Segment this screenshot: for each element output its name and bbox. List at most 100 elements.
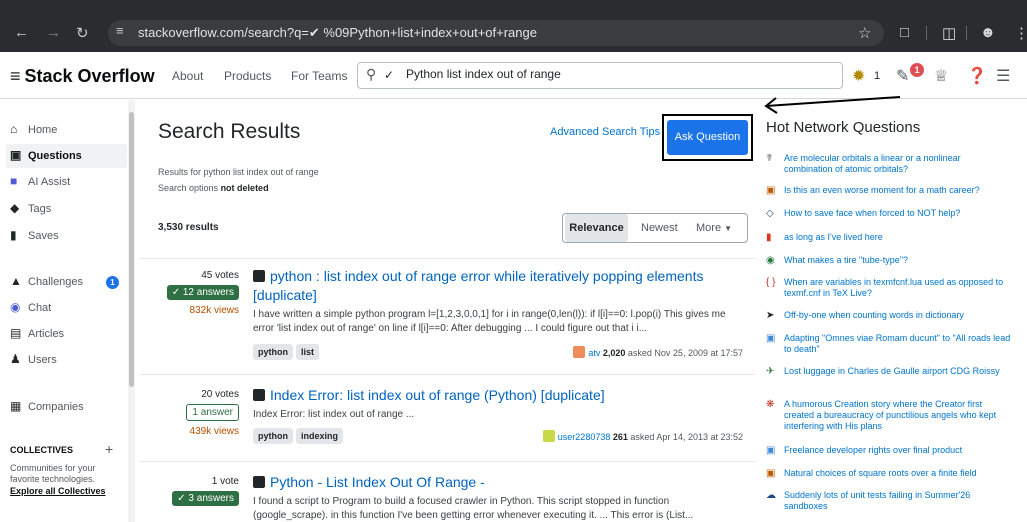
search-options-text: Search options not deleted (158, 183, 269, 193)
hnq-item[interactable]: { } When are variables in texmfcnf.lua us… (766, 277, 1011, 299)
question-title-link[interactable]: Python - List Index Out Of Range - (253, 473, 743, 492)
site-logo[interactable]: ≡ Stack Overflow (10, 66, 155, 87)
tag-python[interactable]: python (253, 428, 293, 444)
tab-search-icon[interactable]: ◫ (942, 24, 956, 42)
question-excerpt: I have written a simple python program l… (253, 309, 726, 334)
site-switcher-icon[interactable]: ☰ (996, 66, 1010, 86)
workplace-site-icon: ◇ (766, 208, 774, 219)
scrollbar-thumb[interactable] (129, 112, 134, 387)
chat-icon: ◉ (10, 300, 21, 314)
extensions-icon[interactable]: □ (900, 24, 909, 41)
achievement-avatar-icon[interactable]: ✹ (852, 66, 865, 86)
hnq-item[interactable]: ☁ Suddenly lots of unit tests failing in … (766, 490, 1011, 512)
inbox-badge: 1 (910, 63, 924, 77)
menu-icon[interactable]: ⋮ (1014, 24, 1027, 42)
nav-for-teams[interactable]: For Teams (291, 69, 347, 83)
tag-list: python list (253, 344, 322, 360)
hnq-item[interactable]: ✈ Lost luggage in Charles de Gaulle airpo… (766, 366, 1011, 377)
explore-collectives-link[interactable]: Explore all Collectives (10, 486, 106, 496)
chevron-down-icon: ▼ (724, 224, 733, 233)
profile-avatar-icon[interactable]: ☻ (980, 24, 996, 41)
question-excerpt: I found a script to Program to build a f… (253, 496, 694, 521)
question-summary: 45 votes ✓ 12 answers 832k views python … (140, 258, 755, 373)
ask-question-button[interactable]: Ask Question (667, 120, 748, 155)
advanced-search-tips-link[interactable]: Advanced Search Tips (550, 126, 660, 138)
address-bar[interactable]: ≡ stackoverflow.com/search?q=✔ %09Python… (108, 20, 884, 46)
toolbar-divider (926, 26, 927, 40)
travel-site-icon: ✈ (766, 366, 775, 377)
sidebar-item-home[interactable]: ⌂ Home (10, 118, 57, 142)
answer-count: ✓ 12 answers (166, 285, 239, 300)
duplicate-question-icon (253, 476, 265, 488)
question-title-link[interactable]: Index Error: list index out of range (Py… (253, 386, 743, 405)
toolbar-divider (966, 26, 967, 40)
hnq-item[interactable]: ▣ Natural choices of square roots over a … (766, 468, 1011, 479)
tag-indexing[interactable]: indexing (296, 428, 344, 444)
hnq-item[interactable]: ▣ Is this an even worse moment for a math… (766, 185, 1011, 196)
question-title-link[interactable]: python : list index out of range error w… (253, 267, 743, 305)
nav-products[interactable]: Products (224, 69, 271, 83)
hnq-item[interactable]: ◉ What makes a tire "tube-type"? (766, 255, 1011, 266)
sidebar-item-questions[interactable]: ▣ Questions (6, 144, 127, 168)
nav-about[interactable]: About (172, 69, 203, 83)
challenges-icon: ▲ (10, 274, 22, 288)
tag-list[interactable]: list (296, 344, 320, 360)
filter-relevance[interactable]: Relevance (565, 214, 628, 242)
tag-python[interactable]: python (253, 344, 293, 360)
hnq-item[interactable]: ➤ Off-by-one when counting words in dicti… (766, 310, 1011, 321)
sidebar-item-ai-assist[interactable]: ■ AI Assist (10, 170, 70, 194)
collectives-title: COLLECTIVES (10, 445, 74, 455)
bookmark-star-icon[interactable]: ☆ (858, 24, 871, 42)
back-icon[interactable]: ← (14, 24, 29, 41)
user-avatar (542, 430, 555, 442)
hnq-item[interactable]: ❋ A humorous Creation story where the Cre… (766, 399, 1011, 432)
sidebar-item-users[interactable]: ♟ Users (10, 348, 57, 372)
hnq-item[interactable]: ▣ Freelance developer rights over final p… (766, 445, 1011, 456)
search-input[interactable] (406, 67, 826, 81)
questions-icon: ▣ (10, 148, 22, 162)
duplicate-question-icon (253, 389, 265, 401)
math-site-icon: ▣ (766, 468, 776, 479)
sidebar-item-saves[interactable]: ▮ Saves (10, 224, 59, 248)
question-body: Python - List Index Out Of Range - I fou… (253, 473, 743, 522)
filter-more[interactable]: More ▼ (696, 214, 732, 242)
help-icon[interactable]: ❓ (967, 66, 987, 86)
add-collective-icon[interactable]: + (105, 441, 113, 457)
hnq-item[interactable]: ☤ Are molecular orbitals a linear or a no… (766, 153, 1011, 175)
answer-count: ✓ 3 answers (172, 491, 239, 506)
tex-site-icon: { } (766, 277, 776, 288)
question-summary: 1 vote ✓ 3 answers Python - List Index O… (140, 461, 755, 522)
user-reputation: 2,020 (602, 348, 626, 358)
question-stats: 20 votes 1 answer 439k views (186, 389, 239, 437)
search-icon: ⚲ (366, 66, 377, 82)
question-body: python : list index out of range error w… (253, 267, 743, 360)
salesforce-site-icon: ☁ (766, 490, 776, 501)
question-summary: 20 votes 1 answer 439k views Index Error… (140, 374, 755, 460)
site-settings-icon[interactable]: ≡ (116, 23, 124, 38)
hnq-item[interactable]: ▮ as long as I've lived here (766, 232, 1011, 243)
sidebar-scrollbar[interactable] (128, 100, 135, 522)
tag-icon: ◆ (10, 201, 20, 215)
trophy-icon[interactable]: ♕ (934, 66, 948, 86)
stack-logo-icon: ≡ (10, 66, 21, 86)
forward-icon[interactable]: → (46, 24, 61, 41)
sidebar-item-tags[interactable]: ◆ Tags (10, 197, 51, 221)
reload-icon[interactable]: ↻ (76, 24, 89, 42)
user-name-link[interactable]: atv (588, 348, 600, 358)
view-count: 832k views (189, 305, 239, 316)
hot-network-title: Hot Network Questions (766, 119, 921, 136)
sidebar-item-chat[interactable]: ◉ Chat (10, 296, 51, 320)
asked-time: asked Apr 14, 2013 at 23:52 (630, 432, 743, 442)
codegolf-site-icon: ➤ (766, 310, 775, 321)
sidebar-item-articles[interactable]: ▤ Articles (10, 322, 64, 346)
filter-newest[interactable]: Newest (641, 214, 678, 242)
user-name-link[interactable]: user2280738 (558, 432, 611, 442)
inbox-icon[interactable]: ✎ (896, 66, 909, 86)
sidebar-item-challenges[interactable]: ▲ Challenges (10, 270, 83, 294)
hnq-item[interactable]: ◇ How to save face when forced to NOT hel… (766, 208, 1011, 219)
hnq-item[interactable]: ▣ Adapting "Omnes viae Romam ducunt" to "… (766, 333, 1011, 355)
vote-count: 20 votes (201, 389, 239, 400)
sidebar-item-companies[interactable]: ▦ Companies (10, 395, 84, 419)
logo-text: Stack Overflow (24, 66, 155, 86)
bicycles-site-icon: ◉ (766, 255, 775, 266)
